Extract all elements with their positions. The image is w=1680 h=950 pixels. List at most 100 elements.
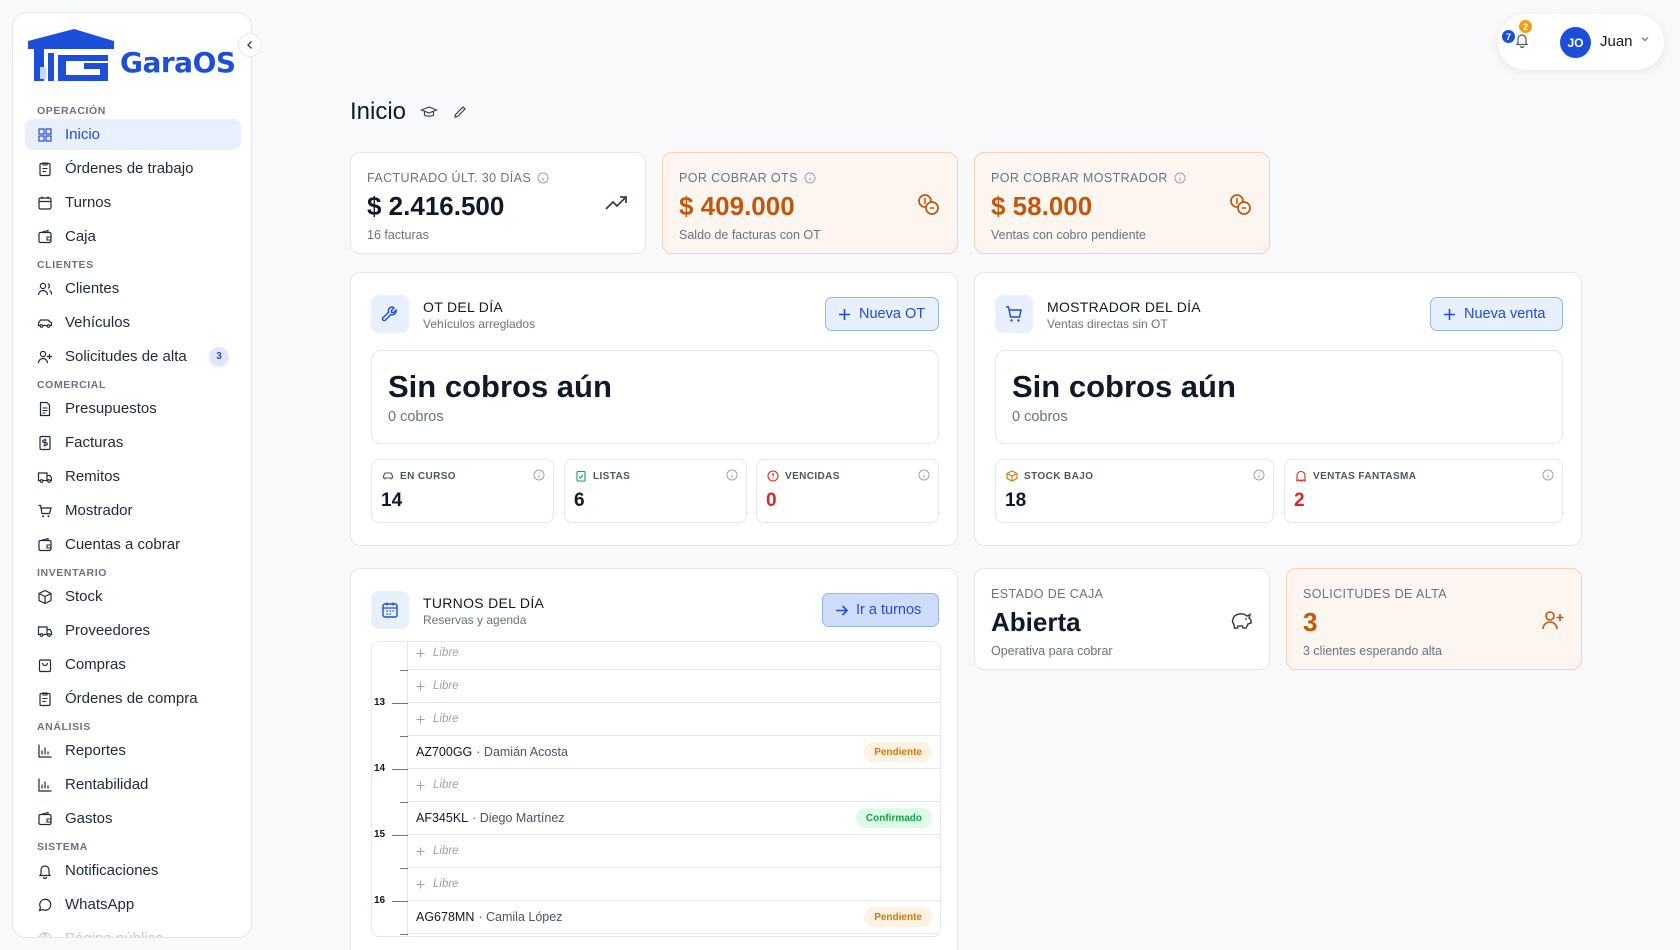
sidebar-item-stock[interactable]: Stock	[25, 581, 241, 612]
stat-vencidas-value: 0	[766, 490, 777, 511]
clipboard-check-icon	[576, 470, 586, 482]
agenda-slot-free[interactable]: Libre	[408, 769, 940, 802]
agenda-slot-free[interactable]: Libre	[408, 670, 940, 703]
stat-stock-bajo[interactable]: STOCK BAJO 18	[995, 459, 1274, 523]
file-text-icon	[39, 401, 51, 416]
agenda-slot-free[interactable]: Libre	[408, 642, 940, 670]
edit-pencil-icon[interactable]	[452, 104, 468, 120]
info-icon[interactable]	[1542, 469, 1554, 481]
user-name[interactable]: Juan	[1600, 33, 1633, 50]
ir-a-turnos-button[interactable]: Ir a turnos	[822, 593, 939, 627]
agenda-slot-free[interactable]: Libre	[408, 868, 940, 901]
wrench-icon	[381, 306, 397, 322]
nueva-venta-button[interactable]: Nueva venta	[1430, 297, 1563, 331]
sidebar-item-cuentas-a-cobrar[interactable]: Cuentas a cobrar	[25, 529, 241, 560]
ot-dia-subtitle: Vehículos arreglados	[423, 317, 536, 331]
stat-ventas-fantasma[interactable]: VENTAS FANTASMA 2	[1284, 459, 1563, 523]
solicitudes-sub: 3 clientes esperando alta	[1303, 644, 1442, 658]
kpi-cobrar-ots-label: POR COBRAR OTS	[679, 171, 816, 185]
wallet-icon	[38, 229, 52, 243]
nav-section-comercial: COMERCIAL	[37, 379, 106, 391]
turnos-dia-card: TURNOS DEL DÍA Reservas y agenda Ir a tu…	[350, 568, 958, 950]
agenda-slot-booked[interactable]: AF345KL · Diego Martínez Confirmado	[408, 802, 940, 835]
time-tick	[400, 736, 408, 737]
sidebar-item-label: Caja	[65, 228, 96, 245]
sidebar-item-pagina-publica[interactable]: Página pública	[25, 923, 241, 937]
info-icon[interactable]	[918, 469, 930, 481]
status-badge: Pendiente	[864, 742, 932, 762]
hour-label: 14	[374, 763, 386, 774]
sidebar-item-label: Remitos	[65, 468, 121, 485]
kpi-cobrar-mostrador-card[interactable]: POR COBRAR MOSTRADOR $ 58.000 Ventas con…	[974, 152, 1270, 254]
agenda-slot-free[interactable]: Libre	[408, 703, 940, 736]
solicitudes-card[interactable]: SOLICITUDES DE ALTA 3 3 clientes esperan…	[1286, 568, 1582, 670]
sidebar-item-remitos[interactable]: Remitos	[25, 461, 241, 492]
agenda-slot-booked[interactable]: AG678MN · Camila López Pendiente	[408, 901, 940, 934]
sidebar-item-solicitudes-de-alta[interactable]: Solicitudes de alta 3	[25, 341, 241, 372]
graduation-cap-icon[interactable]	[420, 103, 439, 121]
chat-icon	[38, 898, 52, 911]
sidebar-item-facturas[interactable]: Facturas	[25, 427, 241, 458]
agenda-grid: 13 14 15 16 Libre Libre Libre AZ700GG · Damián …	[371, 641, 941, 937]
plus-icon	[416, 715, 425, 723]
app-logo[interactable]: GaraOS	[26, 27, 236, 83]
info-icon[interactable]	[1253, 469, 1265, 481]
sidebar-item-clientes[interactable]: Clientes	[25, 273, 241, 304]
sidebar-item-turnos[interactable]: Turnos	[25, 187, 241, 218]
stat-en-curso[interactable]: EN CURSO 14	[371, 459, 554, 523]
avatar[interactable]: JO	[1560, 27, 1591, 58]
sidebar-item-ordenes-de-trabajo[interactable]: Órdenes de trabajo	[25, 153, 241, 184]
sidebar-item-notificaciones[interactable]: Notificaciones	[25, 855, 241, 886]
nav-section-analisis: ANÁLISIS	[37, 721, 91, 733]
stat-en-curso-label: EN CURSO	[400, 470, 456, 482]
plus-icon	[416, 781, 425, 789]
kpi-cobrar-ots-card[interactable]: POR COBRAR OTS $ 409.000 Saldo de factur…	[662, 152, 958, 254]
count-badge: 3	[209, 346, 229, 367]
sidebar-item-presupuestos[interactable]: Presupuestos	[25, 393, 241, 424]
sidebar-item-compras[interactable]: Compras	[25, 649, 241, 680]
sidebar-item-rentabilidad[interactable]: Rentabilidad	[25, 769, 241, 800]
users-icon	[37, 282, 53, 295]
sidebar-item-label: Presupuestos	[65, 400, 157, 417]
nav-section-operacion: OPERACIÓN	[37, 105, 106, 117]
stat-listas[interactable]: LISTAS 6	[564, 459, 747, 523]
wallet-icon	[38, 811, 52, 825]
agenda-slot-free[interactable]: Libre	[408, 835, 940, 868]
agenda-slot-booked[interactable]: AZ700GG · Damián Acosta Pendiente	[408, 736, 940, 769]
nueva-ot-button[interactable]: Nueva OT	[825, 297, 939, 331]
sidebar-item-reportes[interactable]: Reportes	[25, 735, 241, 766]
status-badge: Confirmado	[855, 808, 932, 828]
collapse-sidebar-button[interactable]	[238, 33, 262, 57]
stat-vencidas[interactable]: VENCIDAS 0	[756, 459, 939, 523]
info-icon[interactable]	[804, 172, 816, 184]
sidebar-item-vehiculos[interactable]: Vehículos	[25, 307, 241, 338]
coins-icon	[918, 194, 939, 215]
estado-caja-card[interactable]: ESTADO DE CAJA Abierta Operativa para co…	[974, 568, 1270, 670]
cart-icon	[1006, 306, 1022, 322]
info-icon[interactable]	[726, 469, 738, 481]
sidebar-item-proveedores[interactable]: Proveedores	[25, 615, 241, 646]
estado-caja-label: ESTADO DE CAJA	[991, 587, 1104, 601]
calendar-icon	[38, 196, 52, 210]
sidebar-item-caja[interactable]: Caja	[25, 221, 241, 252]
sidebar-item-whatsapp[interactable]: WhatsApp	[25, 889, 241, 920]
info-icon[interactable]	[537, 172, 549, 184]
sidebar-item-ordenes-de-compra[interactable]: Órdenes de compra	[25, 683, 241, 714]
stat-vencidas-label: VENCIDAS	[785, 470, 840, 482]
chevron-down-icon[interactable]	[1640, 34, 1650, 44]
kpi-facturado-card[interactable]: FACTURADO ÚLT. 30 DÍAS $ 2.416.500 16 fa…	[350, 152, 646, 254]
sidebar-nav: OPERACIÓN Inicio Órdenes de trabajo Turnos C…	[25, 101, 241, 937]
sidebar-item-label: Clientes	[65, 280, 120, 297]
sidebar-item-inicio[interactable]: Inicio	[25, 119, 241, 150]
notifications-button[interactable]: 7 2	[1502, 20, 1532, 53]
sidebar-item-label: Reportes	[65, 742, 126, 759]
wallet-icon	[38, 537, 52, 551]
bell-icon	[38, 864, 52, 879]
ot-dia-empty-title: Sin cobros aún	[388, 369, 612, 404]
globe-icon	[38, 931, 52, 937]
sidebar-item-mostrador[interactable]: Mostrador	[25, 495, 241, 526]
info-icon[interactable]	[533, 469, 545, 481]
kpi-cobrar-mostrador-label: POR COBRAR MOSTRADOR	[991, 171, 1186, 185]
sidebar-item-gastos[interactable]: Gastos	[25, 803, 241, 834]
info-icon[interactable]	[1174, 172, 1186, 184]
